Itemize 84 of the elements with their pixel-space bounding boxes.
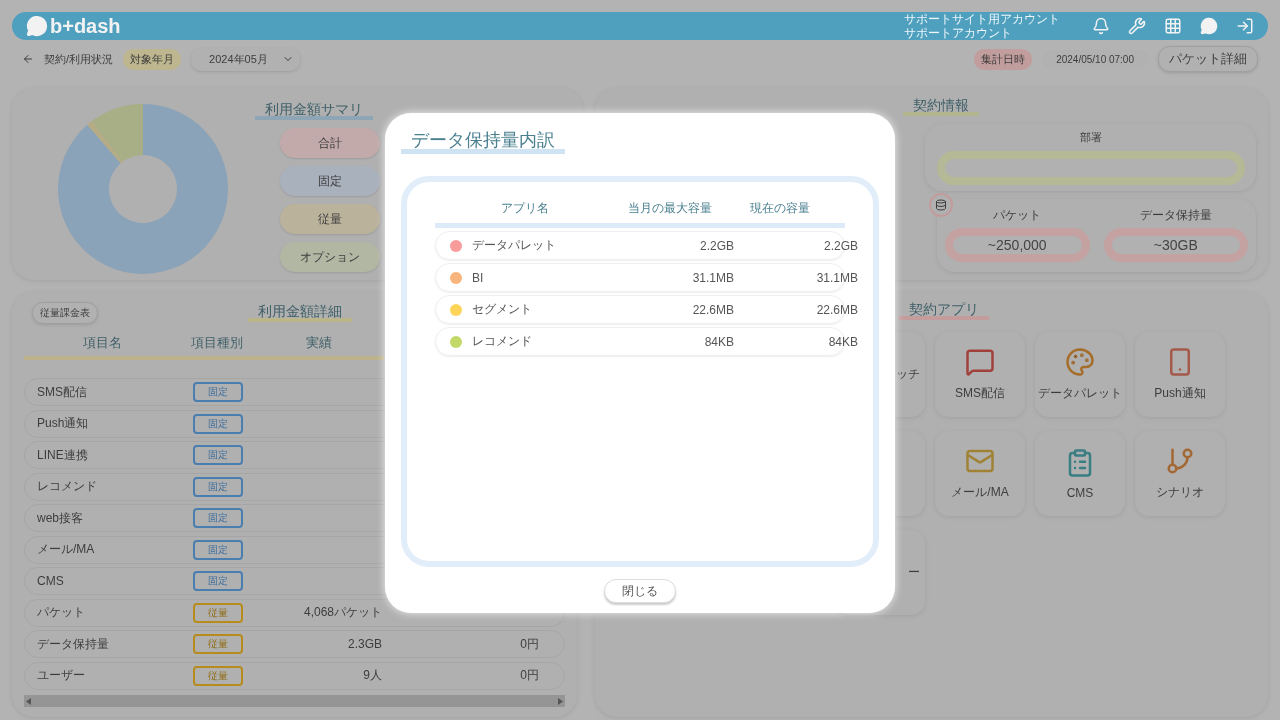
current-size: 22.6MB xyxy=(816,302,858,317)
current-size: 2.2GB xyxy=(823,238,858,253)
item-name: web接客 xyxy=(37,509,84,527)
item-name: メール/MA xyxy=(37,541,96,558)
column-header: 当月の最大容量 xyxy=(627,200,713,217)
type-tag: 従量 xyxy=(193,634,243,654)
type-tag: 固定 xyxy=(193,571,243,591)
actual-value: 4,068パケット xyxy=(303,604,382,621)
item-name: データ保持量 xyxy=(37,635,110,653)
item-name: パケット xyxy=(37,604,86,621)
app-tile[interactable]: SMS配信 xyxy=(935,332,1025,417)
section-title: 利用金額サマリ xyxy=(255,102,373,120)
usage-label: データ保持量 xyxy=(1139,207,1212,224)
type-tag: 固定 xyxy=(193,413,243,434)
scroll-right-icon[interactable] xyxy=(558,697,563,705)
item-name: ユーザー xyxy=(37,667,86,684)
close-button[interactable]: 閉じる xyxy=(604,579,676,603)
app-name: セグメント xyxy=(472,301,533,318)
current-size: 84KB xyxy=(828,334,858,349)
item-name: レコメンド xyxy=(37,478,98,495)
flow-icon xyxy=(1165,446,1195,476)
account-name: サポートアカウント xyxy=(904,26,1013,40)
grid-icon[interactable] xyxy=(1164,17,1182,35)
summary-label: 従量 xyxy=(280,204,380,234)
usage-label: パケット xyxy=(993,207,1042,224)
wrench-icon[interactable] xyxy=(1128,17,1146,35)
summary-label: 固定 xyxy=(280,166,380,196)
bell-icon[interactable] xyxy=(1092,17,1110,35)
speech-bubble-icon xyxy=(965,347,995,377)
type-tag: 従量 xyxy=(193,602,243,623)
type-tag: 固定 xyxy=(193,382,243,402)
max-size: 22.6MB xyxy=(692,302,734,317)
column-header: 項目名 xyxy=(81,334,123,352)
app-name: データパレット xyxy=(472,237,557,254)
max-size: 84KB xyxy=(704,334,734,349)
type-tag: 固定 xyxy=(193,476,243,497)
app-name: BI xyxy=(472,270,485,285)
app-tile[interactable]: シナリオ xyxy=(1135,431,1225,516)
type-tag: 固定 xyxy=(193,508,243,528)
item-name: Push通知 xyxy=(37,415,90,432)
page-title: 契約/利用状況 xyxy=(44,51,114,67)
aggregated-label: 集計日時 xyxy=(974,48,1033,70)
chat-icon[interactable] xyxy=(1200,17,1218,35)
section-title: 利用金額詳細 xyxy=(248,304,352,322)
type-tag: 従量 xyxy=(193,665,243,686)
app-tile[interactable]: CMS xyxy=(1035,431,1125,516)
summary-label: 合計 xyxy=(280,128,380,158)
account-name: サポートサイト用アカウント xyxy=(904,12,1060,26)
rate-table-button[interactable]: 従量課金表 xyxy=(32,302,98,324)
section-title: 契約アプリ xyxy=(899,302,989,320)
app-tile[interactable]: メール/MA xyxy=(935,431,1025,516)
back-icon[interactable] xyxy=(22,53,34,65)
scroll-left-icon[interactable] xyxy=(26,697,31,705)
column-header: 項目種別 xyxy=(190,334,244,352)
packet-detail-button[interactable]: パケット詳細 xyxy=(1158,46,1258,72)
usage-value: ~30GB xyxy=(1103,228,1248,262)
item-name: SMS配信 xyxy=(37,383,88,401)
column-header: 実績 xyxy=(305,334,333,352)
summary-label: オプション xyxy=(280,242,380,272)
amount-value: 0円 xyxy=(520,635,539,653)
logout-icon[interactable] xyxy=(1236,17,1254,35)
item-name: LINE連携 xyxy=(37,446,89,464)
field-label: 部署 xyxy=(1079,130,1102,145)
max-size: 2.2GB xyxy=(699,238,734,253)
usage-value: ~250,000 xyxy=(945,228,1090,262)
item-name: CMS xyxy=(37,574,65,588)
column-header: アプリ名 xyxy=(500,200,550,217)
type-tag: 固定 xyxy=(193,539,243,560)
modal-title: データ保持量内訳 xyxy=(401,131,565,154)
period-label: 対象年月 xyxy=(123,48,182,70)
section-title: 契約情報 xyxy=(903,98,979,116)
app-tile[interactable]: データパレット xyxy=(1035,332,1125,417)
amount-value: 0円 xyxy=(520,667,539,684)
logo: b+dash xyxy=(26,14,121,38)
app-tile[interactable]: Push通知 xyxy=(1135,332,1225,417)
actual-value: 2.3GB xyxy=(347,637,382,651)
current-size: 31.1MB xyxy=(816,270,858,285)
column-header: 現在の容量 xyxy=(749,200,811,217)
type-tag: 固定 xyxy=(193,445,243,465)
palette-icon xyxy=(1065,347,1095,377)
actual-value: 9人 xyxy=(363,667,382,684)
app-name: レコメンド xyxy=(472,333,533,350)
period-select[interactable]: 2024年05月 xyxy=(191,47,300,71)
max-size: 31.1MB xyxy=(692,270,734,285)
